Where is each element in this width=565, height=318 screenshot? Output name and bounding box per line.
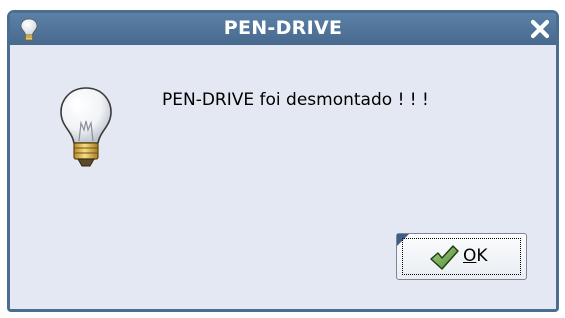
close-button[interactable] <box>528 17 552 41</box>
dialog-window: PEN-DRIVE PEN-DRIVE foi desmontado ! ! !… <box>7 10 559 312</box>
close-icon <box>530 19 550 39</box>
lightbulb-icon <box>57 85 115 171</box>
ok-button[interactable]: OK <box>396 233 527 280</box>
title-bar[interactable]: PEN-DRIVE <box>10 13 556 45</box>
dialog-content: PEN-DRIVE foi desmontado ! ! ! OK <box>10 45 556 309</box>
dialog-title: PEN-DRIVE <box>223 17 343 39</box>
checkmark-icon <box>429 244 459 272</box>
focus-ring <box>402 238 521 275</box>
dialog-message: PEN-DRIVE foi desmontado ! ! ! <box>162 90 429 110</box>
ok-button-label: OK <box>463 246 488 266</box>
